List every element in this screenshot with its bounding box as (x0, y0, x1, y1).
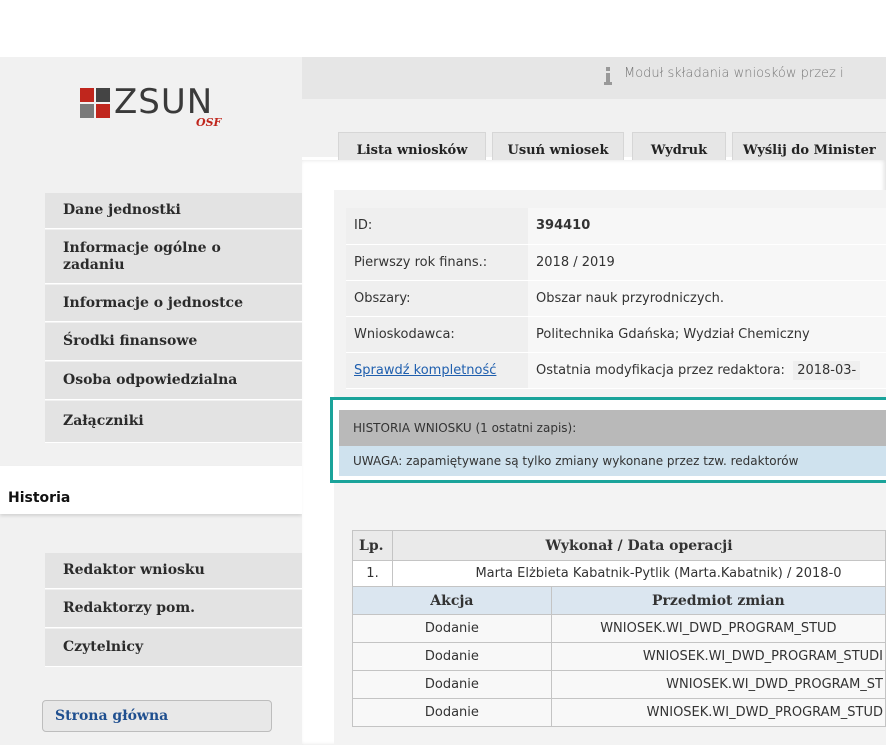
tab-historia[interactable]: Historia (0, 466, 302, 514)
entry-who: Marta Elżbieta Kabatnik-Pytlik (Marta.Ka… (392, 560, 886, 587)
last-modified-value: 2018-03- (793, 360, 861, 380)
col-who: Wykonał / Data operacji (392, 530, 886, 561)
table-row: Dodanie WNIOSEK.WI_DWD_PROGRAM_STUD (352, 698, 886, 727)
subject-cell: WNIOSEK.WI_DWD_PROGRAM_STUD (550, 614, 886, 643)
last-modified-label: Ostatnia modyfikacja przez redaktora: (536, 362, 785, 378)
check-completeness-cell: Sprawdź kompletność (346, 352, 528, 389)
action-cell: Dodanie (352, 698, 552, 727)
applicant-label: Wnioskodawca: (346, 316, 528, 353)
module-title: Moduł składania wniosków przez i (624, 66, 844, 81)
subject-cell: WNIOSEK.WI_DWD_PROGRAM_ST (550, 670, 886, 699)
sidebar-item-label: Redaktor wniosku (63, 562, 205, 578)
year-label: Pierwszy rok finans.: (346, 244, 528, 281)
subject-cell: WNIOSEK.WI_DWD_PROGRAM_STUDI (550, 642, 886, 671)
sidebar-item-label: Środki finansowe (63, 333, 198, 349)
col-lp: Lp. (352, 530, 393, 561)
sidebar-item-label: Informacje o jednostce (63, 294, 243, 311)
history-box: HISTORIA WNIOSKU (1 ostatni zapis): UWAG… (330, 397, 886, 483)
col-action: Akcja (352, 586, 552, 615)
tab-historia-label: Historia (8, 490, 71, 506)
subject-cell: WNIOSEK.WI_DWD_PROGRAM_STUD (550, 698, 886, 727)
check-completeness-link[interactable]: Sprawdź kompletność (354, 363, 496, 378)
top-info-bar: Moduł składania wniosków przez i (302, 57, 886, 99)
home-button[interactable]: Strona główna (42, 700, 272, 732)
sidebar-item-informacje-o-jednostce[interactable]: Informacje o jednostce (45, 285, 302, 322)
sidebar-item-osoba-odpowiedzialna[interactable]: Osoba odpowiedzialna (45, 362, 302, 400)
id-value: 394410 (528, 208, 886, 245)
sidebar-item-label: Czytelnicy (63, 639, 144, 655)
application-details: ID: 394410 Pierwszy rok finans.: 2018 / … (346, 208, 886, 389)
entry-number: 1. (352, 560, 393, 587)
col-subject: Przedmiot zmian (550, 586, 886, 615)
sidebar-item-zalaczniki[interactable]: Załączniki (45, 401, 302, 443)
logo-mark-icon (80, 88, 110, 118)
year-value: 2018 / 2019 (528, 244, 886, 281)
action-cell: Dodanie (352, 642, 552, 671)
applicant-value: Politechnika Gdańska; Wydział Chemiczny (528, 316, 886, 353)
table-row: Dodanie WNIOSEK.WI_DWD_PROGRAM_STUDI (352, 642, 886, 671)
info-icon (604, 67, 612, 85)
sidebar-item-label: Załączniki (63, 413, 144, 429)
sidebar-item-redaktor-wniosku[interactable]: Redaktor wniosku (45, 553, 302, 589)
history-header: HISTORIA WNIOSKU (1 ostatni zapis): (339, 410, 886, 446)
sidebar-item-czytelnicy[interactable]: Czytelnicy (45, 629, 302, 667)
action-cell: Dodanie (352, 614, 552, 643)
history-note: UWAGA: zapamiętywane są tylko zmiany wyk… (339, 446, 886, 476)
sidebar-item-dane-jednostki[interactable]: Dane jednostki (45, 193, 302, 229)
id-label: ID: (346, 208, 528, 245)
sidebar-item-label: Redaktorzy pom. (63, 600, 196, 616)
sidebar-item-informacje-ogolne[interactable]: Informacje ogólne o zadaniu (45, 230, 302, 284)
sidebar-item-label: Osoba odpowiedzialna (63, 372, 238, 388)
area-value: Obszar nauk przyrodniczych. (528, 280, 886, 317)
sidebar-item-srodki-finansowe[interactable]: Środki finansowe (45, 323, 302, 361)
area-label: Obszary: (346, 280, 528, 317)
zsun-logo: ZSUN OSF (80, 80, 230, 130)
action-cell: Dodanie (352, 670, 552, 699)
last-modified: Ostatnia modyfikacja przez redaktora: 20… (528, 352, 886, 389)
logo-sub: OSF (196, 116, 222, 129)
table-row: Dodanie WNIOSEK.WI_DWD_PROGRAM_ST (352, 670, 886, 699)
sidebar-item-redaktorzy-pom[interactable]: Redaktorzy pom. (45, 590, 302, 628)
table-row: Dodanie WNIOSEK.WI_DWD_PROGRAM_STUD (352, 614, 886, 643)
sidebar-item-label: Dane jednostki (63, 202, 181, 218)
sidebar-item-label: Informacje ogólne o zadaniu (63, 239, 221, 273)
history-table: Lp. Wykonał / Data operacji 1. Marta Elż… (352, 530, 886, 727)
